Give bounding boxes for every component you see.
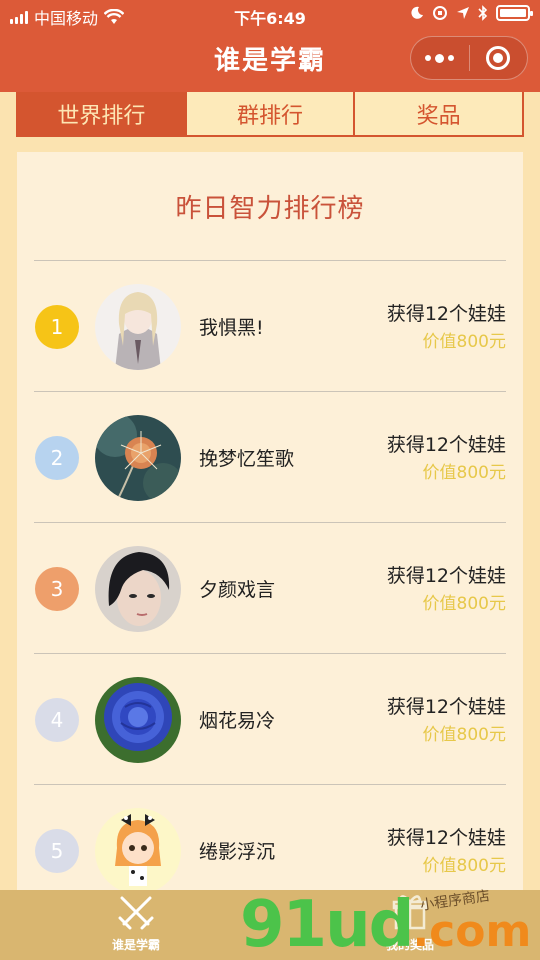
avatar xyxy=(95,284,181,370)
rank-badge: 1 xyxy=(35,305,79,349)
more-dots-icon xyxy=(425,53,455,63)
watermark-suffix: .com xyxy=(412,906,532,957)
rank-badge: 5 xyxy=(35,829,79,873)
player-name: 我惧黑! xyxy=(199,317,264,339)
prize-value: 价值800元 xyxy=(422,725,506,745)
tabbar-item-home[interactable]: 谁是学霸 xyxy=(66,890,206,960)
prize-text: 获得12个娃娃 xyxy=(386,827,506,849)
avatar xyxy=(95,808,181,894)
prize-value: 价值800元 xyxy=(422,856,506,876)
prize-text: 获得12个娃娃 xyxy=(386,696,506,718)
tab-prizes[interactable]: 奖品 xyxy=(353,92,522,135)
prize-value: 价值800元 xyxy=(422,594,506,614)
prize-value: 价值800元 xyxy=(422,463,506,483)
crossed-swords-icon xyxy=(118,896,154,930)
list-item[interactable]: 1 我惧黑! 获得12个娃娃 价值800元 xyxy=(34,260,506,391)
list-item[interactable]: 3 夕颜戏言 获得12个娃娃 价值800元 xyxy=(34,522,506,653)
rank-badge: 2 xyxy=(35,436,79,480)
list-item[interactable]: 2 挽梦忆笙歌 获得12个娃娃 价值800元 xyxy=(34,391,506,522)
leaderboard-list: 1 我惧黑! 获得12个娃娃 价值800元 2 挽梦忆笙歌 获得12个娃娃 价值… xyxy=(34,260,506,915)
orientation-lock-icon xyxy=(433,6,447,20)
tab-group-ranking[interactable]: 群排行 xyxy=(184,92,354,135)
ranking-tabs: 世界排行 群排行 奖品 xyxy=(16,92,524,137)
avatar xyxy=(95,415,181,501)
player-name: 挽梦忆笙歌 xyxy=(199,448,295,470)
bluetooth-icon xyxy=(478,5,488,21)
leaderboard-card: 昨日智力排行榜 1 我惧黑! 获得12个娃娃 价值800元 2 挽梦忆笙歌 获得… xyxy=(17,152,523,912)
location-icon xyxy=(457,7,469,19)
rank-badge: 3 xyxy=(35,567,79,611)
tab-world-ranking[interactable]: 世界排行 xyxy=(18,92,185,135)
mini-program-capsule xyxy=(410,36,528,80)
player-name: 夕颜戏言 xyxy=(199,579,276,601)
moon-icon xyxy=(411,6,423,19)
header: 中国移动 下午6:49 谁是学霸 xyxy=(0,0,540,92)
watermark-main: 91ud xyxy=(240,888,414,960)
battery-icon xyxy=(496,5,533,21)
avatar xyxy=(95,546,181,632)
player-name: 绻影浮沉 xyxy=(199,841,276,863)
target-icon xyxy=(486,46,511,70)
prize-text: 获得12个娃娃 xyxy=(386,303,506,325)
status-bar: 中国移动 下午6:49 xyxy=(0,0,540,30)
prize-text: 获得12个娃娃 xyxy=(386,434,506,456)
more-button[interactable] xyxy=(411,37,469,79)
rank-badge: 4 xyxy=(35,698,79,742)
prize-value: 价值800元 xyxy=(422,332,506,352)
list-item[interactable]: 4 烟花易冷 获得12个娃娃 价值800元 xyxy=(34,653,506,784)
tabbar-label-home: 谁是学霸 xyxy=(111,938,160,952)
close-mini-program-button[interactable] xyxy=(470,37,528,79)
player-name: 烟花易冷 xyxy=(199,710,276,732)
leaderboard-title: 昨日智力排行榜 xyxy=(175,194,365,224)
prize-text: 获得12个娃娃 xyxy=(386,565,506,587)
avatar xyxy=(95,677,181,763)
